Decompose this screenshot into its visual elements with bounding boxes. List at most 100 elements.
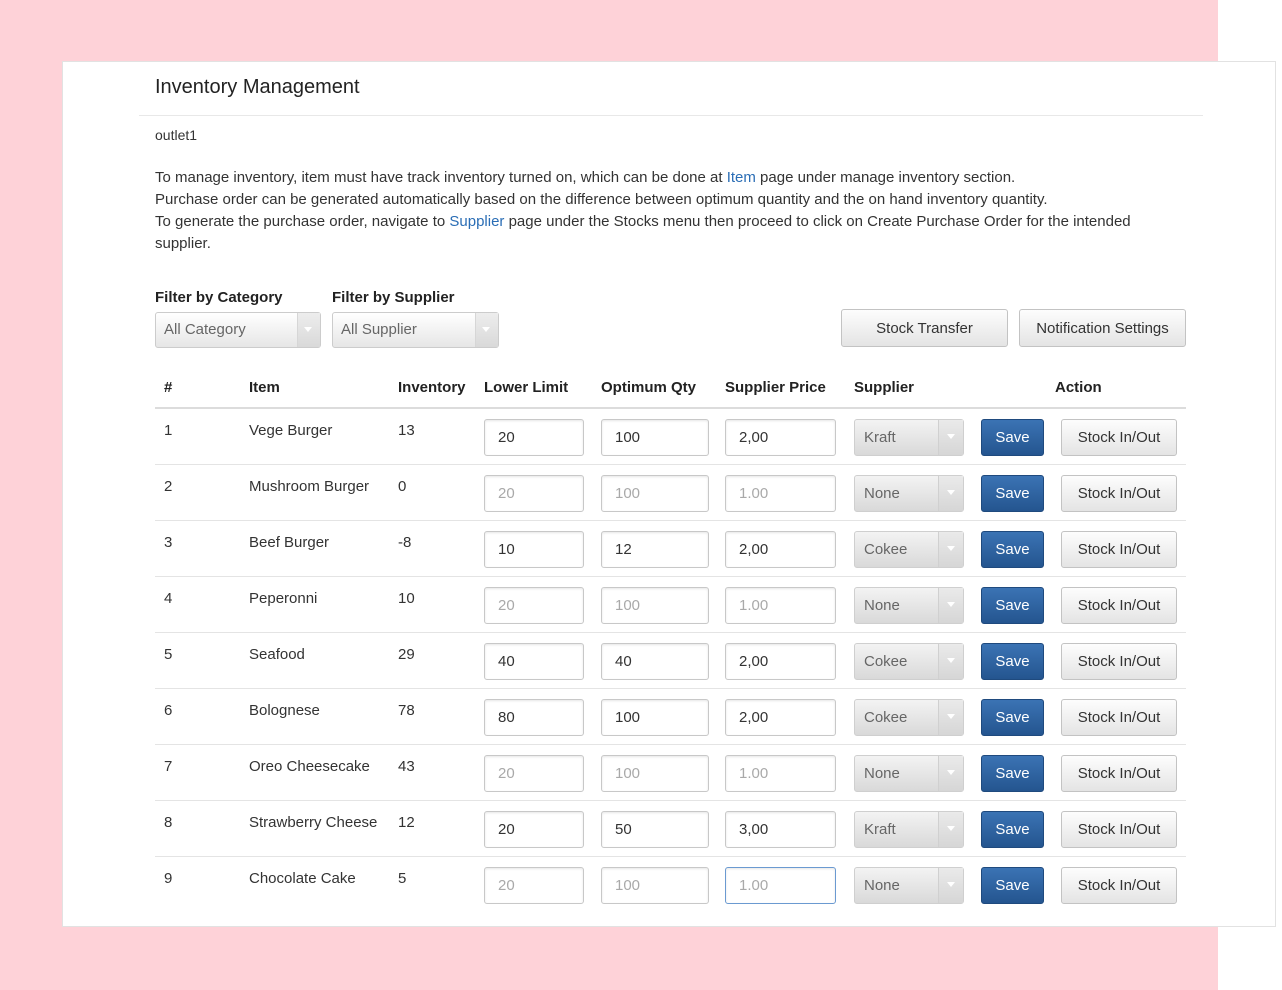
stock-in-out-button[interactable]: Stock In/Out	[1061, 587, 1177, 624]
optimum-qty-input[interactable]	[601, 699, 709, 736]
row-number: 8	[164, 814, 173, 831]
supplier-select-value: None	[864, 765, 900, 782]
info-text: To manage inventory, item must have trac…	[155, 167, 1185, 255]
col-header-lower-limit: Lower Limit	[484, 379, 569, 396]
save-button[interactable]: Save	[981, 475, 1044, 512]
outlet-name: outlet1	[155, 127, 198, 143]
filter-category-label: Filter by Category	[155, 289, 283, 306]
supplier-price-input[interactable]	[725, 643, 836, 680]
lower-limit-input[interactable]	[484, 587, 584, 624]
inventory-count: 29	[398, 646, 415, 663]
item-name: Bolognese	[249, 702, 320, 719]
col-header-item: Item	[249, 379, 280, 396]
filter-supplier-select[interactable]: All Supplier	[332, 312, 499, 348]
supplier-price-input[interactable]	[725, 867, 836, 904]
stock-in-out-button[interactable]: Stock In/Out	[1061, 755, 1177, 792]
supplier-select[interactable]: Kraft	[854, 811, 964, 848]
item-name: Chocolate Cake	[249, 870, 356, 887]
optimum-qty-input[interactable]	[601, 475, 709, 512]
info-line-1-text: To manage inventory, item must have trac…	[155, 169, 727, 186]
item-name: Peperonni	[249, 590, 318, 607]
save-button[interactable]: Save	[981, 643, 1044, 680]
supplier-select-value: Cokee	[864, 653, 908, 670]
chevron-down-icon	[938, 812, 963, 847]
table-row: 4 Peperonni 10 None Save Stock In/Out	[155, 577, 1186, 633]
save-button[interactable]: Save	[981, 811, 1044, 848]
lower-limit-input[interactable]	[484, 811, 584, 848]
lower-limit-input[interactable]	[484, 867, 584, 904]
optimum-qty-input[interactable]	[601, 419, 709, 456]
supplier-price-input[interactable]	[725, 587, 836, 624]
filter-category-select[interactable]: All Category	[155, 312, 321, 348]
table-row: 9 Chocolate Cake 5 None Save Stock In/Out	[155, 857, 1186, 913]
save-button[interactable]: Save	[981, 755, 1044, 792]
supplier-select-value: Cokee	[864, 709, 908, 726]
lower-limit-input[interactable]	[484, 643, 584, 680]
chevron-down-icon	[938, 476, 963, 511]
inventory-count: 10	[398, 590, 415, 607]
supplier-price-input[interactable]	[725, 419, 836, 456]
save-button[interactable]: Save	[981, 699, 1044, 736]
item-name: Oreo Cheesecake	[249, 758, 370, 775]
optimum-qty-input[interactable]	[601, 867, 709, 904]
col-header-optimum-qty: Optimum Qty	[601, 379, 697, 396]
supplier-price-input[interactable]	[725, 755, 836, 792]
item-name: Beef Burger	[249, 534, 330, 551]
save-button[interactable]: Save	[981, 867, 1044, 904]
lower-limit-input[interactable]	[484, 699, 584, 736]
save-button[interactable]: Save	[981, 419, 1044, 456]
filter-supplier-label: Filter by Supplier	[332, 289, 455, 306]
supplier-price-input[interactable]	[725, 475, 836, 512]
table-row: 3 Beef Burger -8 Cokee Save Stock In/Out	[155, 521, 1186, 577]
inventory-count: 12	[398, 814, 415, 831]
supplier-select[interactable]: Cokee	[854, 643, 964, 680]
optimum-qty-input[interactable]	[601, 587, 709, 624]
supplier-select[interactable]: None	[854, 587, 964, 624]
row-number: 1	[164, 422, 173, 439]
optimum-qty-input[interactable]	[601, 811, 709, 848]
supplier-select-value: None	[864, 597, 900, 614]
stock-in-out-button[interactable]: Stock In/Out	[1061, 531, 1177, 568]
stock-in-out-button[interactable]: Stock In/Out	[1061, 867, 1177, 904]
item-name: Mushroom Burger	[249, 478, 370, 495]
supplier-price-input[interactable]	[725, 531, 836, 568]
inventory-count: 5	[398, 870, 407, 887]
stock-in-out-button[interactable]: Stock In/Out	[1061, 811, 1177, 848]
chevron-down-icon	[938, 868, 963, 903]
stock-transfer-button[interactable]: Stock Transfer	[841, 309, 1008, 347]
supplier-select[interactable]: None	[854, 475, 964, 512]
save-button[interactable]: Save	[981, 531, 1044, 568]
stock-in-out-button[interactable]: Stock In/Out	[1061, 699, 1177, 736]
stock-in-out-button[interactable]: Stock In/Out	[1061, 643, 1177, 680]
info-line-3: To generate the purchase order, navigate…	[155, 211, 1185, 255]
lower-limit-input[interactable]	[484, 475, 584, 512]
supplier-select[interactable]: Kraft	[854, 419, 964, 456]
optimum-qty-input[interactable]	[601, 643, 709, 680]
filter-supplier-value: All Supplier	[341, 321, 417, 338]
stock-in-out-button[interactable]: Stock In/Out	[1061, 419, 1177, 456]
notification-settings-button[interactable]: Notification Settings	[1019, 309, 1186, 347]
supplier-select-value: Kraft	[864, 821, 896, 838]
table-row: 1 Vege Burger 13 Kraft Save Stock In/Out	[155, 409, 1186, 465]
supplier-select[interactable]: Cokee	[854, 531, 964, 568]
lower-limit-input[interactable]	[484, 755, 584, 792]
optimum-qty-input[interactable]	[601, 755, 709, 792]
supplier-price-input[interactable]	[725, 699, 836, 736]
item-link[interactable]: Item	[727, 169, 756, 186]
supplier-select[interactable]: Cokee	[854, 699, 964, 736]
lower-limit-input[interactable]	[484, 531, 584, 568]
optimum-qty-input[interactable]	[601, 531, 709, 568]
supplier-select[interactable]: None	[854, 755, 964, 792]
table-row: 7 Oreo Cheesecake 43 None Save Stock In/Out	[155, 745, 1186, 801]
chevron-down-icon	[938, 588, 963, 623]
supplier-price-input[interactable]	[725, 811, 836, 848]
table-row: 2 Mushroom Burger 0 None Save Stock In/Out	[155, 465, 1186, 521]
info-line-1-suffix: page under manage inventory section.	[755, 169, 1016, 186]
supplier-link[interactable]: Supplier	[449, 213, 504, 230]
inventory-panel: Inventory Management outlet1 To manage i…	[62, 61, 1276, 927]
title-divider	[139, 115, 1203, 116]
stock-in-out-button[interactable]: Stock In/Out	[1061, 475, 1177, 512]
save-button[interactable]: Save	[981, 587, 1044, 624]
supplier-select[interactable]: None	[854, 867, 964, 904]
lower-limit-input[interactable]	[484, 419, 584, 456]
